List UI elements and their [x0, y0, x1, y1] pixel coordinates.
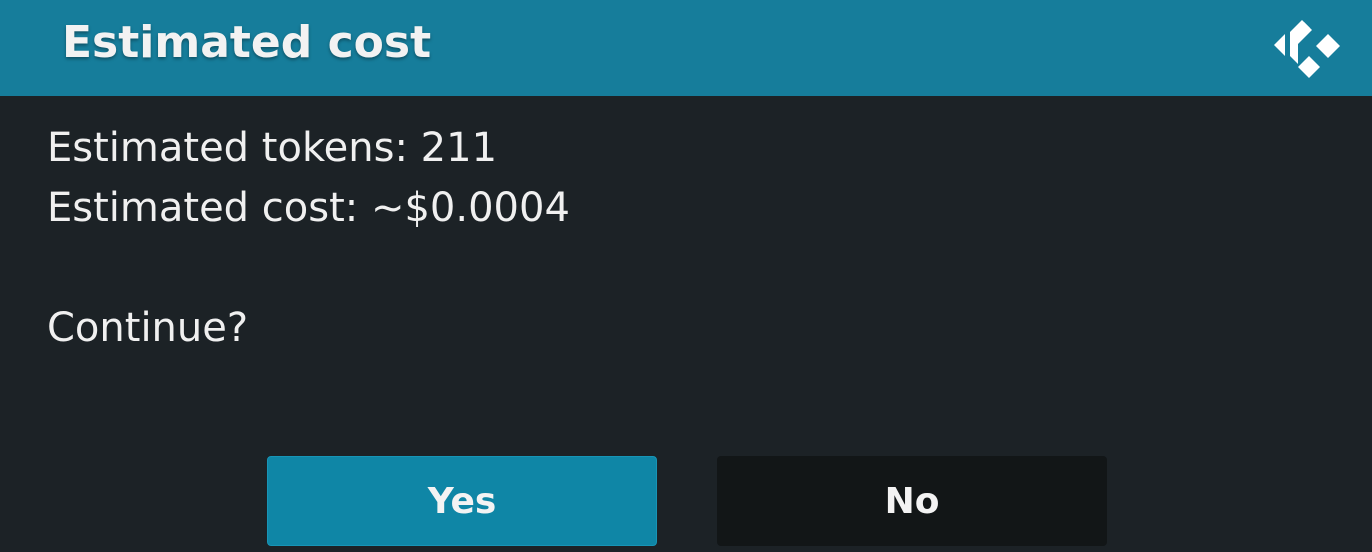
yes-button[interactable]: Yes: [267, 456, 657, 546]
estimated-tokens-text: Estimated tokens: 211: [47, 125, 498, 171]
no-button[interactable]: No: [717, 456, 1107, 546]
dialog-header: Estimated cost: [0, 0, 1372, 96]
estimated-cost-dialog: Estimated cost Estimated tokens: 211 Est…: [0, 0, 1372, 552]
continue-prompt: Continue?: [47, 305, 249, 351]
dialog-title: Estimated cost: [62, 17, 432, 68]
kodi-logo-icon: [1274, 20, 1340, 78]
estimated-cost-text: Estimated cost: ~$0.0004: [47, 185, 570, 231]
dialog-message: Estimated tokens: 211 Estimated cost: ~$…: [47, 118, 570, 358]
